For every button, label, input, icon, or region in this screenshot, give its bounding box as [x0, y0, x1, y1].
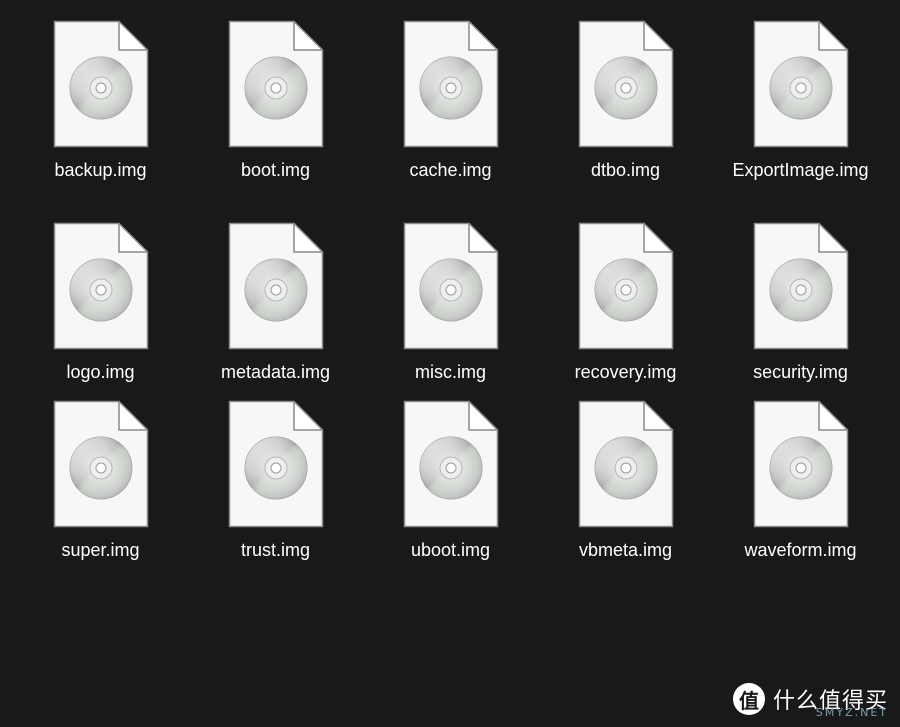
file-name-label: vbmeta.img: [578, 540, 673, 560]
disc-image-file-icon: [538, 222, 713, 350]
disc-image-file-icon: [713, 20, 888, 148]
file-item[interactable]: uboot.img: [363, 400, 538, 562]
file-name-label: boot.img: [240, 160, 311, 180]
file-name-label: trust.img: [240, 540, 310, 560]
file-item[interactable]: logo.img: [13, 222, 188, 384]
file-item[interactable]: backup.img: [13, 20, 188, 182]
disc-image-file-icon: [538, 400, 713, 528]
file-name-label: uboot.img: [410, 540, 491, 560]
disc-image-file-icon: [538, 20, 713, 148]
watermark: 值 什么值得买 SMYZ.NET: [732, 683, 888, 719]
file-item[interactable]: metadata.img: [188, 222, 363, 384]
file-name-label: misc.img: [415, 362, 486, 382]
file-item[interactable]: security.img: [713, 222, 888, 384]
file-item[interactable]: waveform.img: [713, 400, 888, 562]
disc-image-file-icon: [363, 222, 538, 350]
disc-image-file-icon: [188, 20, 363, 148]
file-name-label: recovery.img: [574, 362, 677, 382]
disc-image-file-icon: [188, 400, 363, 528]
file-item[interactable]: misc.img: [363, 222, 538, 384]
disc-image-file-icon: [13, 20, 188, 148]
file-item[interactable]: cache.img: [363, 20, 538, 182]
file-item[interactable]: trust.img: [188, 400, 363, 562]
disc-image-file-icon: [188, 222, 363, 350]
disc-image-file-icon: [713, 400, 888, 528]
watermark-subtext: SMYZ.NET: [815, 706, 888, 719]
file-name-label: cache.img: [409, 160, 492, 180]
disc-image-file-icon: [363, 20, 538, 148]
disc-image-file-icon: [713, 222, 888, 350]
file-name-label: waveform.img: [744, 540, 857, 560]
file-item[interactable]: dtbo.img: [538, 20, 713, 182]
file-item[interactable]: boot.img: [188, 20, 363, 182]
file-item[interactable]: vbmeta.img: [538, 400, 713, 562]
file-grid: backup.img boot.img cache.img dtbo.img E…: [13, 20, 888, 580]
file-name-label: backup.img: [54, 160, 147, 180]
file-item[interactable]: ExportImage.img: [713, 20, 888, 182]
file-item[interactable]: recovery.img: [538, 222, 713, 384]
file-name-label: security.img: [753, 362, 848, 382]
file-name-label: ExportImage.img: [732, 160, 869, 180]
file-name-label: metadata.img: [220, 362, 331, 382]
file-item[interactable]: super.img: [13, 400, 188, 562]
disc-image-file-icon: [13, 222, 188, 350]
watermark-text: 什么值得买 SMYZ.NET: [773, 683, 888, 719]
file-name-label: super.img: [61, 540, 140, 560]
disc-image-file-icon: [13, 400, 188, 528]
disc-image-file-icon: [363, 400, 538, 528]
file-name-label: logo.img: [66, 362, 135, 382]
watermark-logo-icon: 值: [732, 683, 765, 715]
file-name-label: dtbo.img: [590, 160, 661, 180]
